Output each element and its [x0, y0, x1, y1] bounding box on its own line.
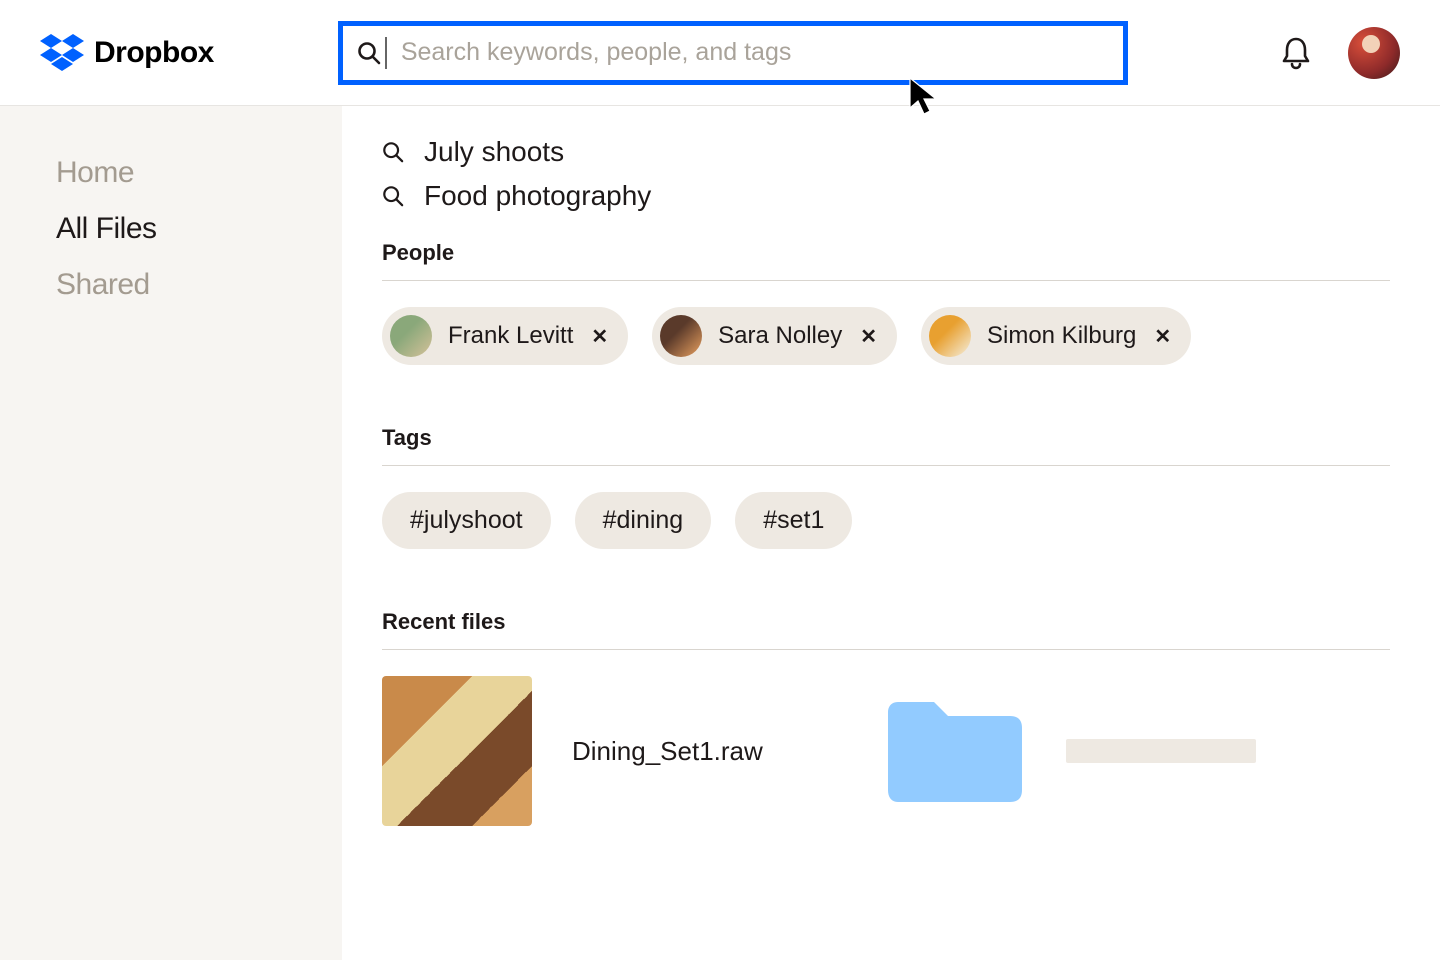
person-chip[interactable]: Frank Levitt ✕: [382, 307, 628, 365]
person-name: Sara Nolley: [718, 322, 842, 350]
person-avatar: [390, 315, 432, 357]
header-actions: [1280, 27, 1400, 79]
dropbox-icon: [40, 34, 84, 72]
sidebar: Home All Files Shared: [0, 106, 342, 960]
person-name: Frank Levitt: [448, 322, 573, 350]
folder-icon[interactable]: [882, 696, 1026, 806]
tag-chip[interactable]: #dining: [575, 492, 712, 549]
search-suggestion[interactable]: July shoots: [382, 136, 1390, 168]
sidebar-item-home[interactable]: Home: [56, 156, 342, 190]
user-avatar[interactable]: [1348, 27, 1400, 79]
tag-chips: #julyshoot #dining #set1: [382, 492, 1390, 549]
main-content: July shoots Food photography People Fran…: [342, 106, 1440, 960]
placeholder-label: [1066, 739, 1256, 763]
recent-files-row: Dining_Set1.raw: [382, 676, 1390, 826]
file-thumbnail[interactable]: [382, 676, 532, 826]
tag-chip[interactable]: #set1: [735, 492, 852, 549]
tag-chip[interactable]: #julyshoot: [382, 492, 551, 549]
remove-icon[interactable]: ✕: [860, 324, 877, 349]
search-icon: [382, 185, 404, 207]
search-icon: [382, 141, 404, 163]
header: Dropbox: [0, 0, 1440, 106]
suggestion-label: July shoots: [424, 136, 564, 168]
person-avatar: [660, 315, 702, 357]
bell-icon[interactable]: [1280, 36, 1312, 70]
remove-icon[interactable]: ✕: [1154, 324, 1171, 349]
search-input[interactable]: [401, 38, 1109, 67]
brand-logo[interactable]: Dropbox: [40, 34, 214, 72]
text-cursor: [385, 37, 387, 69]
suggestion-label: Food photography: [424, 180, 651, 212]
remove-icon[interactable]: ✕: [591, 324, 608, 349]
person-chip[interactable]: Sara Nolley ✕: [652, 307, 897, 365]
people-section-title: People: [382, 240, 1390, 281]
search-box[interactable]: [338, 21, 1128, 85]
recent-section-title: Recent files: [382, 609, 1390, 650]
search-icon: [357, 41, 381, 65]
sidebar-item-shared[interactable]: Shared: [56, 268, 342, 302]
sidebar-item-all-files[interactable]: All Files: [56, 212, 342, 246]
people-chips: Frank Levitt ✕ Sara Nolley ✕ Simon Kilbu…: [382, 307, 1390, 365]
file-name[interactable]: Dining_Set1.raw: [572, 736, 842, 767]
person-chip[interactable]: Simon Kilburg ✕: [921, 307, 1191, 365]
brand-name: Dropbox: [94, 36, 214, 70]
tags-section-title: Tags: [382, 425, 1390, 466]
person-avatar: [929, 315, 971, 357]
search-suggestion[interactable]: Food photography: [382, 180, 1390, 212]
person-name: Simon Kilburg: [987, 322, 1136, 350]
